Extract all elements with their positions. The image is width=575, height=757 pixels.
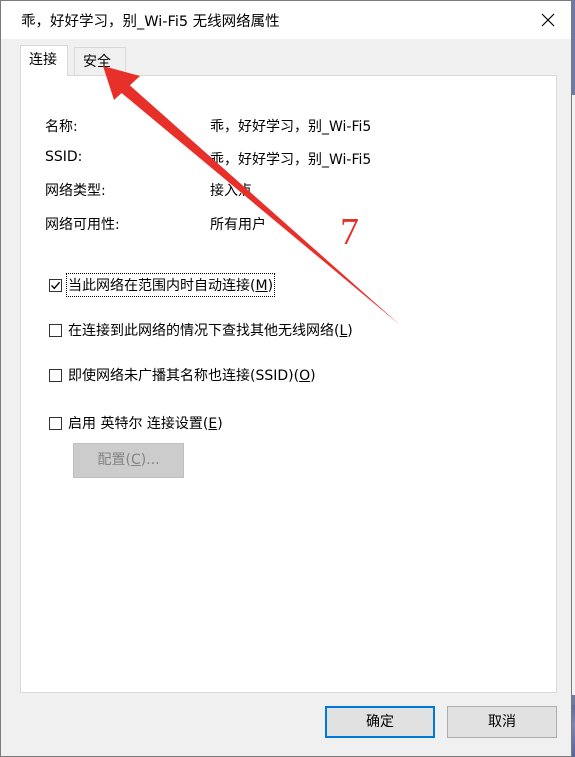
intel-connection-settings-checkbox[interactable] xyxy=(49,416,62,430)
connect-hidden-ssid-checkbox[interactable] xyxy=(49,368,62,382)
network-availability-label: 网络可用性: xyxy=(45,217,120,233)
network-type-label: 网络类型: xyxy=(45,183,106,199)
look-for-other-networks-option[interactable]: 在连接到此网络的情况下查找其他无线网络(L) xyxy=(49,320,353,340)
auto-connect-checkbox[interactable] xyxy=(49,278,62,292)
tab-security[interactable]: 安全 xyxy=(74,47,126,75)
connection-panel: 名称: 乖，好好学习，别_Wi-Fi5 SSID: 乖，好好学习，别_Wi-Fi… xyxy=(20,75,557,693)
wireless-properties-dialog: 乖，好好学习，别_Wi-Fi5 无线网络属性 连接 安全 名称: 乖，好好学习，… xyxy=(0,0,572,757)
checkmark-icon xyxy=(51,281,61,289)
intel-connection-settings-option[interactable]: 启用 英特尔 连接设置(E) xyxy=(49,413,223,433)
title-bar: 乖，好好学习，别_Wi-Fi5 无线网络属性 xyxy=(1,1,571,39)
connect-hidden-ssid-option[interactable]: 即使网络未广播其名称也连接(SSID)(O) xyxy=(49,365,316,385)
look-for-other-networks-label: 在连接到此网络的情况下查找其他无线网络(L) xyxy=(68,323,353,339)
ssid-value: 乖，好好学习，别_Wi-Fi5 xyxy=(210,152,372,168)
auto-connect-label: 当此网络在范围内时自动连接(M) xyxy=(65,273,276,297)
name-value: 乖，好好学习，别_Wi-Fi5 xyxy=(210,119,372,135)
annotation-number: 7 xyxy=(340,211,359,253)
network-type-value: 接入点 xyxy=(210,183,252,199)
look-for-other-networks-checkbox[interactable] xyxy=(49,323,62,337)
network-availability-value: 所有用户 xyxy=(210,217,266,233)
intel-connection-settings-label: 启用 英特尔 连接设置(E) xyxy=(68,416,223,432)
ssid-label: SSID: xyxy=(45,149,83,165)
cancel-button[interactable]: 取消 xyxy=(447,706,557,738)
tab-connection[interactable]: 连接 xyxy=(20,45,68,76)
close-button[interactable] xyxy=(525,1,571,39)
configure-button: 配置(C)... xyxy=(73,443,184,478)
ok-button[interactable]: 确定 xyxy=(325,706,435,738)
close-icon xyxy=(541,13,555,27)
connect-hidden-ssid-label: 即使网络未广播其名称也连接(SSID)(O) xyxy=(68,368,316,384)
name-label: 名称: xyxy=(45,119,78,135)
auto-connect-option[interactable]: 当此网络在范围内时自动连接(M) xyxy=(49,273,276,297)
window-title: 乖，好好学习，别_Wi-Fi5 无线网络属性 xyxy=(21,14,280,30)
